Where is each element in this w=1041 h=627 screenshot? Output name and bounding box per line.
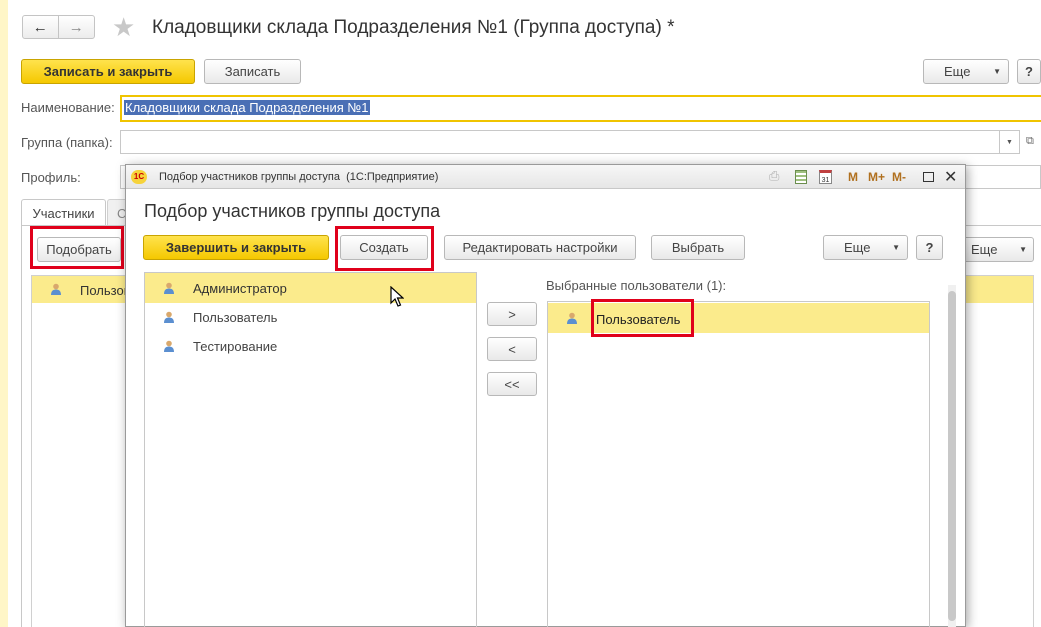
dialog-window-title: Подбор участников группы доступа (1С:Пре…	[159, 171, 439, 183]
chevron-down-icon: ▼	[892, 243, 900, 252]
selected-label: Выбранные пользователи (1):	[546, 278, 727, 293]
list-item-label: Администратор	[193, 281, 287, 296]
forward-button[interactable]: →	[59, 16, 95, 38]
chevron-down-icon: ▼	[1006, 138, 1013, 146]
participants-more-label: Еще	[971, 242, 998, 257]
remove-all-button[interactable]: <<	[487, 372, 537, 396]
add-button[interactable]: >	[487, 302, 537, 326]
calculator-icon[interactable]	[795, 170, 807, 184]
back-button[interactable]: ←	[23, 16, 59, 38]
memory-m-icon[interactable]: M	[848, 170, 858, 184]
chevron-down-icon: ▼	[1019, 245, 1027, 254]
participants-more-button[interactable]: Еще ▼	[962, 237, 1034, 262]
save-button[interactable]: Записать	[204, 59, 301, 84]
more-label: Еще	[944, 64, 971, 79]
name-value: Кладовщики склада Подразделения №1	[124, 100, 370, 115]
maximize-icon[interactable]	[923, 172, 934, 182]
user-icon	[164, 340, 174, 352]
name-field[interactable]: Кладовщики склада Подразделения №1	[120, 95, 1041, 122]
arrow-right-icon: →	[68, 18, 84, 36]
edit-settings-button[interactable]: Редактировать настройки	[444, 235, 636, 260]
list-item[interactable]: Пользователь	[145, 303, 476, 332]
mouse-cursor-icon	[390, 286, 404, 307]
list-item[interactable]: Тестирование	[145, 332, 476, 361]
tab-participants-label: Участники	[32, 205, 95, 221]
select-button[interactable]: Выбрать	[651, 235, 745, 260]
dialog-titlebar: 1C Подбор участников группы доступа (1С:…	[126, 165, 965, 189]
user-icon	[164, 311, 174, 323]
users-list: Администратор Пользователь Тестирование	[144, 272, 477, 627]
scrollbar-thumb[interactable]	[948, 291, 956, 621]
tab-participants[interactable]: Участники	[21, 199, 106, 226]
group-field[interactable]	[120, 130, 1000, 154]
user-icon	[567, 312, 577, 324]
remove-button[interactable]: <	[487, 337, 537, 361]
finish-close-button[interactable]: Завершить и закрыть	[143, 235, 329, 260]
more-button[interactable]: Еще ▼	[923, 59, 1009, 84]
list-item-label: Пользователь	[193, 310, 278, 325]
user-icon	[164, 282, 174, 294]
create-button[interactable]: Создать	[340, 235, 428, 260]
left-edge	[0, 0, 8, 627]
group-label: Группа (папка):	[21, 135, 113, 150]
chevron-down-icon: ▼	[993, 67, 1001, 76]
participants-row-text: Пользов	[80, 283, 131, 298]
dialog-more-button[interactable]: Еще ▼	[823, 235, 908, 260]
group-dropdown-button[interactable]: ▼	[1000, 130, 1020, 154]
name-label: Наименование:	[21, 100, 115, 115]
save-close-button[interactable]: Записать и закрыть	[21, 59, 195, 84]
dialog-more-label: Еще	[844, 240, 871, 255]
dialog-scrollbar[interactable]	[948, 285, 956, 627]
list-item-label: Тестирование	[193, 339, 278, 354]
selected-item-label: Пользователь	[596, 312, 681, 327]
selected-list: Пользователь	[547, 301, 930, 627]
calendar-icon[interactable]: 31	[819, 170, 832, 184]
1c-logo-icon: 1C	[131, 170, 147, 184]
memory-minus-icon[interactable]: M-	[892, 170, 906, 184]
close-icon[interactable]: ✕	[944, 167, 957, 187]
user-icon	[51, 283, 61, 295]
profile-label: Профиль:	[21, 170, 81, 185]
open-icon[interactable]: ⧉	[1026, 135, 1034, 148]
page-title: Кладовщики склада Подразделения №1 (Груп…	[152, 17, 675, 38]
dialog-help-button[interactable]: ?	[916, 235, 943, 260]
favorite-star-icon[interactable]: ★	[112, 12, 135, 43]
pick-button[interactable]: Подобрать	[37, 237, 121, 262]
list-item[interactable]: Администратор	[145, 273, 476, 303]
dialog-heading: Подбор участников группы доступа	[144, 201, 441, 221]
arrow-left-icon: ←	[32, 18, 48, 36]
memory-plus-icon[interactable]: M+	[868, 170, 885, 184]
list-item[interactable]: Пользователь	[548, 303, 929, 333]
nav-group: ← →	[22, 15, 95, 39]
print-icon[interactable]: ⎙	[769, 168, 779, 184]
help-button[interactable]: ?	[1017, 59, 1041, 84]
pick-dialog: 1C Подбор участников группы доступа (1С:…	[125, 164, 966, 627]
